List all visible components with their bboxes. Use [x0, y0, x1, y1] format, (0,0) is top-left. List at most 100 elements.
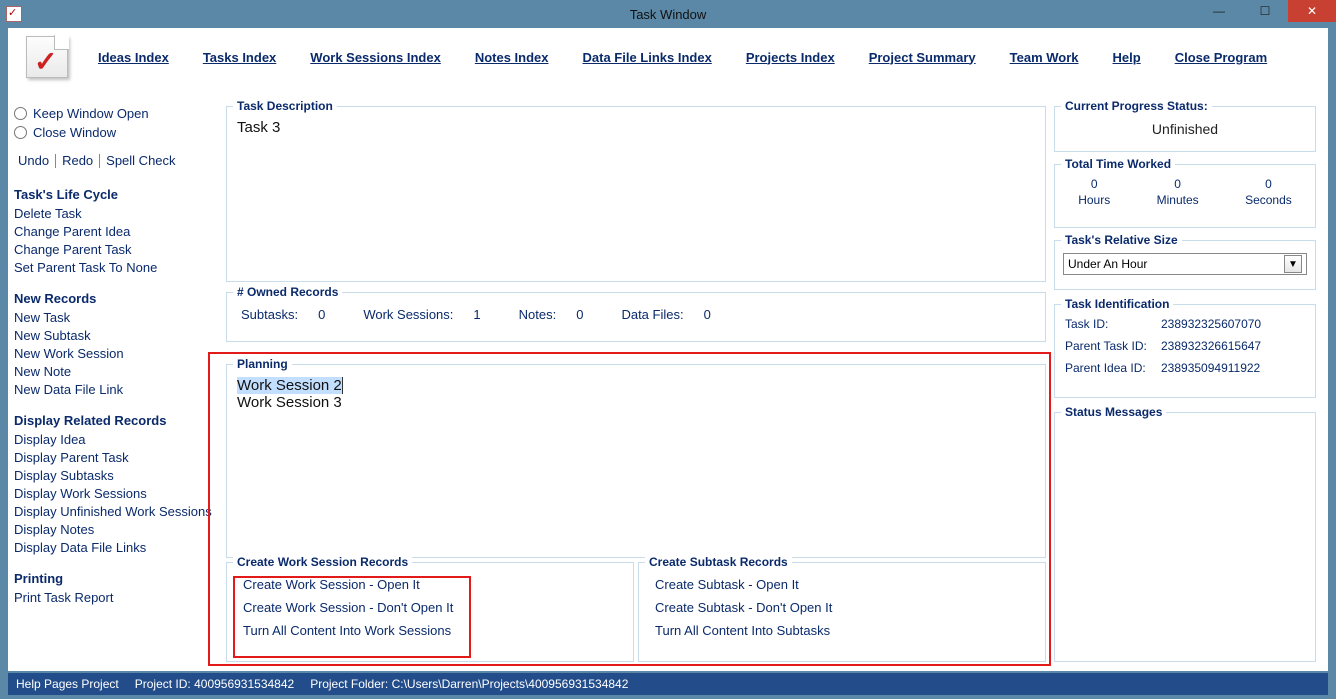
- status-project-id-label: Project ID:: [135, 677, 191, 691]
- separator-icon: [55, 154, 56, 168]
- task-id-label: Task ID:: [1065, 317, 1151, 331]
- menu-tasks-index[interactable]: Tasks Index: [203, 50, 276, 65]
- status-messages-group: Status Messages: [1054, 412, 1316, 662]
- task-id-value: 238932325607070: [1161, 317, 1261, 331]
- display-work-sessions-link[interactable]: Display Work Sessions: [14, 486, 214, 501]
- status-project-folder-value: C:\Users\Darren\Projects\400956931534842: [392, 677, 629, 691]
- titlebar[interactable]: Task Window — ☐ ✕: [0, 0, 1336, 28]
- client-area: ✓ Ideas Index Tasks Index Work Sessions …: [8, 28, 1328, 671]
- delete-task-link[interactable]: Delete Task: [14, 206, 214, 221]
- menu-close-program[interactable]: Close Program: [1175, 50, 1267, 65]
- status-help-pages[interactable]: Help Pages Project: [16, 677, 119, 691]
- data-files-label: Data Files:: [621, 307, 683, 322]
- menu-work-sessions-index[interactable]: Work Sessions Index: [310, 50, 441, 65]
- relative-size-combobox[interactable]: Under An Hour ▼: [1063, 253, 1307, 275]
- redo-button[interactable]: Redo: [58, 153, 97, 168]
- new-task-link[interactable]: New Task: [14, 310, 214, 325]
- new-records-heading: New Records: [14, 291, 214, 306]
- keep-window-open-label[interactable]: Keep Window Open: [33, 106, 149, 121]
- display-data-file-links-link[interactable]: Display Data File Links: [14, 540, 214, 555]
- menu-help[interactable]: Help: [1113, 50, 1141, 65]
- total-time-worked-group: Total Time Worked 0Hours 0Minutes 0Secon…: [1054, 164, 1316, 228]
- planning-item-selected[interactable]: Work Session 2: [237, 377, 343, 394]
- minutes-label: Minutes: [1157, 193, 1199, 207]
- new-note-link[interactable]: New Note: [14, 364, 214, 379]
- planning-group: Planning Work Session 2 Work Session 3: [226, 364, 1046, 558]
- display-subtasks-link[interactable]: Display Subtasks: [14, 468, 214, 483]
- create-subtask-dont-open-link[interactable]: Create Subtask - Don't Open It: [655, 600, 832, 615]
- display-related-heading: Display Related Records: [14, 413, 214, 428]
- display-unfinished-ws-link[interactable]: Display Unfinished Work Sessions: [14, 504, 214, 519]
- owned-records-legend: # Owned Records: [233, 285, 342, 299]
- create-work-session-records-group: Create Work Session Records Create Work …: [226, 562, 634, 662]
- size-legend: Task's Relative Size: [1061, 233, 1182, 247]
- new-data-file-link-link[interactable]: New Data File Link: [14, 382, 214, 397]
- menu-data-file-links-index[interactable]: Data File Links Index: [583, 50, 712, 65]
- display-parent-task-link[interactable]: Display Parent Task: [14, 450, 214, 465]
- progress-legend: Current Progress Status:: [1061, 99, 1212, 113]
- task-description-legend: Task Description: [233, 99, 337, 113]
- life-cycle-heading: Task's Life Cycle: [14, 187, 214, 202]
- notes-label: Notes:: [519, 307, 557, 322]
- create-subtask-records-group: Create Subtask Records Create Subtask - …: [638, 562, 1046, 662]
- planning-item[interactable]: Work Session 3: [237, 394, 342, 411]
- parent-task-id-value: 238932326615647: [1161, 339, 1261, 353]
- maximize-button[interactable]: ☐: [1242, 0, 1288, 22]
- display-idea-link[interactable]: Display Idea: [14, 432, 214, 447]
- time-legend: Total Time Worked: [1061, 157, 1175, 171]
- keep-window-open-radio[interactable]: [14, 107, 27, 120]
- menu-ideas-index[interactable]: Ideas Index: [98, 50, 169, 65]
- task-description-text[interactable]: Task 3: [237, 119, 1035, 275]
- close-window-label[interactable]: Close Window: [33, 125, 116, 140]
- create-ws-dont-open-link[interactable]: Create Work Session - Don't Open It: [243, 600, 453, 615]
- print-task-report-link[interactable]: Print Task Report: [14, 590, 214, 605]
- seconds-label: Seconds: [1245, 193, 1292, 207]
- hours-label: Hours: [1078, 193, 1110, 207]
- work-sessions-label: Work Sessions:: [363, 307, 453, 322]
- parent-idea-id-value: 238935094911922: [1161, 361, 1260, 375]
- new-subtask-link[interactable]: New Subtask: [14, 328, 214, 343]
- minimize-button[interactable]: —: [1196, 0, 1242, 22]
- app-icon: ✓: [26, 36, 68, 78]
- display-notes-link[interactable]: Display Notes: [14, 522, 214, 537]
- seconds-value: 0: [1265, 177, 1272, 191]
- status-bar: Help Pages Project Project ID: 400956931…: [8, 673, 1328, 695]
- planning-legend: Planning: [233, 357, 292, 371]
- status-project-folder-label: Project Folder:: [310, 677, 388, 691]
- turn-all-into-ws-link[interactable]: Turn All Content Into Work Sessions: [243, 623, 453, 638]
- sidebar: Keep Window Open Close Window Undo Redo …: [14, 106, 214, 608]
- create-ws-legend: Create Work Session Records: [233, 555, 412, 569]
- undo-button[interactable]: Undo: [14, 153, 53, 168]
- status-messages-legend: Status Messages: [1061, 405, 1166, 419]
- change-parent-task-link[interactable]: Change Parent Task: [14, 242, 214, 257]
- menu-notes-index[interactable]: Notes Index: [475, 50, 549, 65]
- subtasks-value: 0: [318, 307, 325, 322]
- owned-records-group: # Owned Records Subtasks:0 Work Sessions…: [226, 292, 1046, 342]
- minutes-value: 0: [1174, 177, 1181, 191]
- menu-projects-index[interactable]: Projects Index: [746, 50, 835, 65]
- planning-textarea[interactable]: Work Session 2 Work Session 3: [237, 377, 1035, 411]
- close-window-radio[interactable]: [14, 126, 27, 139]
- printing-heading: Printing: [14, 571, 214, 586]
- parent-idea-id-label: Parent Idea ID:: [1065, 361, 1151, 375]
- new-work-session-link[interactable]: New Work Session: [14, 346, 214, 361]
- hours-value: 0: [1091, 177, 1098, 191]
- notes-value: 0: [576, 307, 583, 322]
- chevron-down-icon[interactable]: ▼: [1284, 255, 1302, 273]
- create-subtask-open-link[interactable]: Create Subtask - Open It: [655, 577, 832, 592]
- close-button[interactable]: ✕: [1288, 0, 1336, 22]
- task-window: Task Window — ☐ ✕ ✓ Ideas Index Tasks In…: [0, 0, 1336, 699]
- create-subtask-legend: Create Subtask Records: [645, 555, 792, 569]
- change-parent-idea-link[interactable]: Change Parent Idea: [14, 224, 214, 239]
- work-sessions-value: 1: [473, 307, 480, 322]
- spell-check-button[interactable]: Spell Check: [102, 153, 179, 168]
- menu-project-summary[interactable]: Project Summary: [869, 50, 976, 65]
- menu-team-work[interactable]: Team Work: [1010, 50, 1079, 65]
- create-ws-open-link[interactable]: Create Work Session - Open It: [243, 577, 453, 592]
- set-parent-task-none-link[interactable]: Set Parent Task To None: [14, 260, 214, 275]
- progress-value: Unfinished: [1055, 121, 1315, 137]
- turn-all-into-subtasks-link[interactable]: Turn All Content Into Subtasks: [655, 623, 832, 638]
- window-title: Task Window: [0, 7, 1336, 22]
- task-identification-group: Task Identification Task ID:238932325607…: [1054, 304, 1316, 398]
- header: ✓ Ideas Index Tasks Index Work Sessions …: [8, 28, 1328, 86]
